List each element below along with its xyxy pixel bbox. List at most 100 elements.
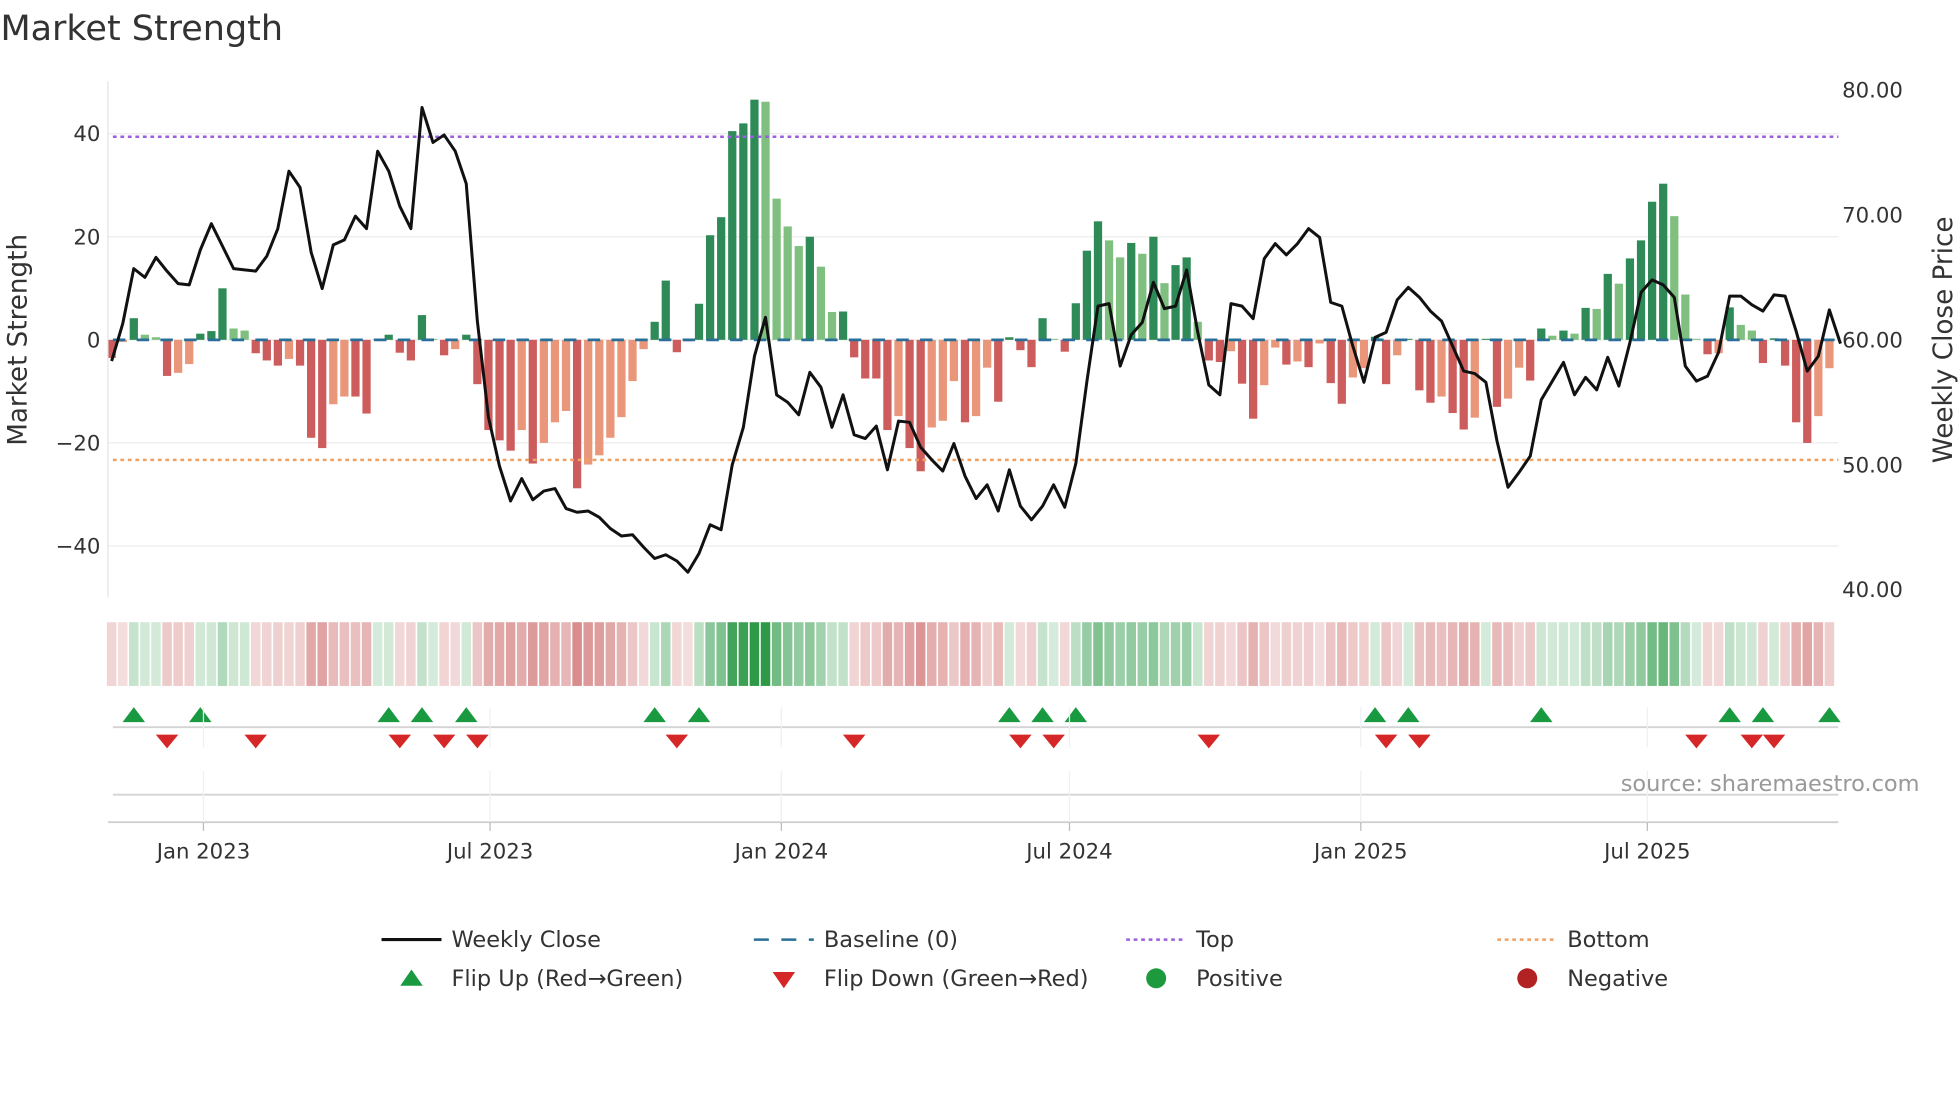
negative-bar [162, 339, 172, 376]
flip-up-marker [1397, 707, 1420, 723]
axes: 40 20 0 −20 −40 80.00 70.00 60.00 50.00 40.00 Jan … [56, 78, 1903, 864]
legend-label-top: Top [1195, 927, 1234, 953]
positive-bar [129, 318, 138, 340]
positive-bar [1647, 201, 1657, 340]
heat-cell [1713, 622, 1724, 686]
x-tick-label: Jan 2024 [733, 839, 829, 864]
heat-cell [1769, 622, 1779, 686]
flip-up-marker [998, 707, 1021, 723]
heat-cell [117, 622, 128, 686]
negative-bar [617, 339, 626, 418]
negative-bar [528, 339, 537, 464]
flip-down-marker [432, 734, 456, 749]
heat-cell [771, 622, 782, 686]
negative-bar [1326, 339, 1335, 384]
positive-bar [1592, 308, 1601, 340]
negative-bar [1293, 339, 1302, 362]
heat-cell [1558, 622, 1569, 686]
y-tick-label: −40 [56, 534, 101, 559]
positive-bar [1659, 183, 1668, 340]
heat-cell [1281, 622, 1292, 686]
heat-cell [1215, 622, 1225, 686]
strength-heat-strip [106, 622, 1835, 686]
heat-cell [483, 622, 494, 686]
negative-bar [1337, 339, 1346, 404]
negative-bar [628, 339, 637, 382]
heat-cell [1647, 622, 1657, 686]
heat-cell [926, 622, 937, 686]
negative-bar [584, 339, 593, 465]
heat-cell [727, 622, 738, 686]
positive-bar [717, 217, 726, 340]
heat-cell [1259, 622, 1269, 686]
negative-bar [307, 339, 316, 438]
legend-swatch-negative [1517, 968, 1538, 989]
negative-bar [894, 339, 903, 417]
flip-down-marker [1408, 734, 1431, 749]
negative-bar [1304, 339, 1313, 368]
heat-cell [262, 622, 272, 686]
negative-bar [1204, 339, 1213, 361]
flip-up-marker [1751, 707, 1775, 723]
heat-cell [1359, 622, 1369, 686]
legend: Weekly Close Baseline (0) Top Bottom Flip Up… [381, 927, 1668, 992]
negative-bar [606, 339, 615, 438]
heat-cell [1625, 622, 1635, 686]
heat-cell [1414, 622, 1425, 686]
negative-bar [1249, 339, 1258, 419]
negative-bar [1470, 339, 1479, 418]
flip-up-marker [687, 707, 711, 723]
heat-cell [1048, 622, 1059, 686]
flip-up-marker [1718, 707, 1741, 723]
positive-bar [1559, 330, 1568, 340]
heat-cell [372, 622, 383, 686]
positive-bar [838, 311, 848, 340]
negative-bar [506, 339, 515, 451]
heat-cell [782, 622, 793, 686]
market-strength-chart: Market Strength 40 20 0 −20 −40 80.00 70.00 60.… [0, 9, 1959, 992]
heat-cell [428, 622, 438, 686]
heat-cell [1026, 622, 1037, 686]
heat-cell [217, 622, 228, 686]
legend-swatch-flip-down-green-red [772, 972, 796, 989]
negative-bar [273, 339, 283, 366]
heat-cell [1137, 622, 1148, 686]
positive-bar [1127, 242, 1136, 340]
negative-bar [1315, 339, 1324, 344]
y-tick-label: 0 [87, 328, 101, 353]
heat-cell [1425, 622, 1436, 686]
heat-cell [417, 622, 427, 686]
negative-bar [672, 339, 681, 353]
negative-bar [174, 339, 183, 373]
heat-cell [228, 622, 239, 686]
heat-cell [461, 622, 472, 686]
x-tick-label: Jul 2023 [445, 839, 533, 864]
heat-cell [1104, 622, 1114, 686]
positive-bar [1038, 318, 1047, 340]
heat-cell [827, 622, 837, 686]
y2-tick-label: 70.00 [1842, 203, 1903, 228]
positive-bar [772, 198, 781, 340]
heat-cell [1603, 622, 1613, 686]
negative-bar [550, 339, 560, 423]
negative-bar [1758, 339, 1768, 364]
negative-bar [406, 339, 415, 361]
heat-cell [129, 622, 139, 686]
heat-cell [350, 622, 361, 686]
negative-bar [1415, 339, 1424, 391]
flip-down-marker [466, 734, 489, 749]
heat-cell [151, 622, 161, 686]
legend-label-positive: Positive [1196, 966, 1283, 992]
heat-cell [1325, 622, 1336, 686]
negative-bar [1382, 339, 1391, 385]
flip-down-marker [1042, 734, 1065, 749]
heat-cell [605, 622, 616, 686]
y-tick-label: 20 [73, 225, 100, 250]
negative-bar [1426, 339, 1435, 403]
heat-cell [616, 622, 627, 686]
heat-cell [505, 622, 516, 686]
negative-bar [1459, 339, 1468, 430]
heat-cell [938, 622, 948, 686]
heat-cell [206, 622, 217, 686]
heat-cell [594, 622, 605, 686]
